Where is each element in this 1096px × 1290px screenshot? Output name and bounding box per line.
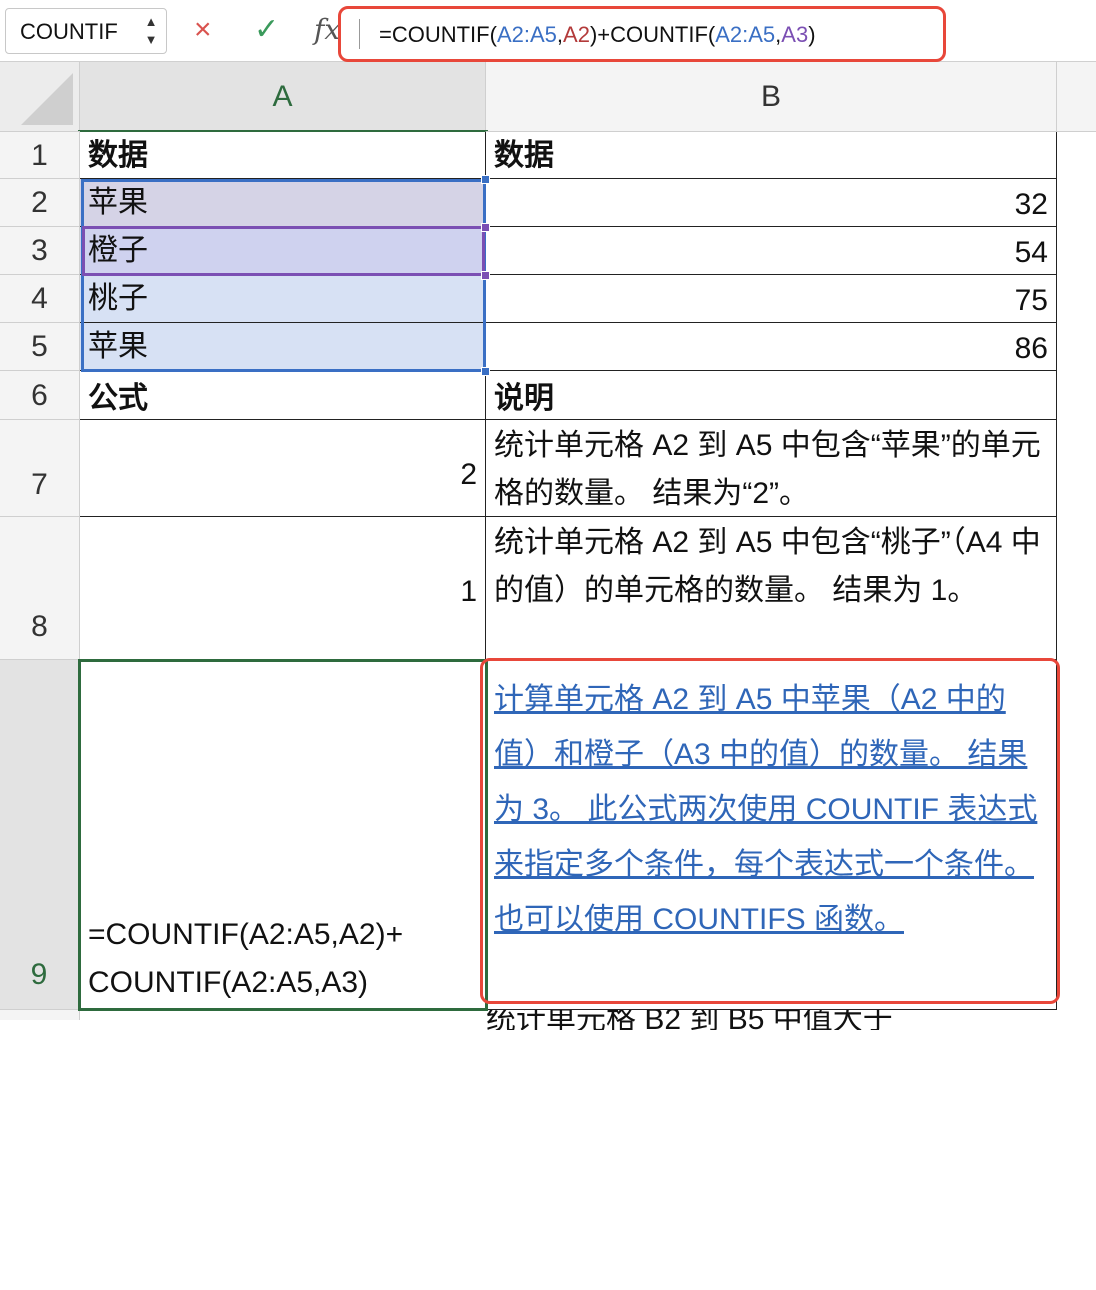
select-all-corner[interactable] xyxy=(0,62,80,132)
row-header-9-label: 9 xyxy=(30,958,48,991)
cell-b8[interactable]: 统计单元格 A2 到 A5 中包含“桃子”（A4 中的值）的单元格的数量。 结果… xyxy=(486,517,1057,660)
cell-a4[interactable]: 桃子 xyxy=(80,275,486,323)
formula-ref-range: A2:A5 xyxy=(496,22,557,47)
row-header-2[interactable]: 2 xyxy=(0,179,80,227)
name-box[interactable]: COUNTIF ▲ ▼ xyxy=(5,8,167,54)
name-box-value: COUNTIF xyxy=(20,19,118,44)
formula-bar: COUNTIF ▲ ▼ × ✓ fx =COUNTIF(A2:A5,A2)+COU… xyxy=(0,0,1096,62)
text-caret xyxy=(359,19,360,49)
row-header-3[interactable]: 3 xyxy=(0,227,80,275)
column-c-area xyxy=(1057,132,1096,1010)
row-header-10[interactable] xyxy=(0,1010,80,1020)
cell-b9[interactable]: 计算单元格 A2 到 A5 中苹果（A2 中的值）和橙子（A3 中的值）的数量。… xyxy=(486,660,1057,1010)
cell-a6[interactable]: 公式 xyxy=(80,371,486,420)
spreadsheet-grid: A B 1 2 3 4 5 6 7 8 9 数据 数据 苹果 32 橙子 54 … xyxy=(0,62,1096,1030)
cell-b10-partial[interactable]: 统计单元格 B2 到 B5 中值大于 xyxy=(486,1010,1056,1030)
formula-part: )+COUNTIF( xyxy=(589,22,716,47)
cell-b5[interactable]: 86 xyxy=(486,323,1057,371)
cell-a2[interactable]: 苹果 xyxy=(80,179,486,227)
cell-b6[interactable]: 说明 xyxy=(486,371,1057,420)
cell-b1[interactable]: 数据 xyxy=(486,132,1057,179)
cell-a1[interactable]: 数据 xyxy=(80,132,486,179)
formula-ref-a2: A2 xyxy=(563,22,590,47)
cell-a7[interactable]: 2 xyxy=(80,420,486,517)
formula-ref-a3: A3 xyxy=(781,22,809,47)
cell-a5[interactable]: 苹果 xyxy=(80,323,486,371)
cell-a8[interactable]: 1 xyxy=(80,517,486,660)
range-handle-icon[interactable] xyxy=(481,175,490,184)
column-header-c[interactable] xyxy=(1057,62,1096,132)
row-header-5[interactable]: 5 xyxy=(0,323,80,371)
range-handle-icon[interactable] xyxy=(481,223,490,232)
cell-a9-text: =COUNTIF(A2:A5,A2)+ COUNTIF(A2:A5,A3) xyxy=(88,918,404,999)
insert-function-icon[interactable]: fx xyxy=(314,12,340,48)
cell-a3[interactable]: 橙子 xyxy=(80,227,486,275)
cell-b2[interactable]: 32 xyxy=(486,179,1057,227)
formula-input[interactable]: =COUNTIF(A2:A5,A2)+COUNTIF(A2:A5,A3) xyxy=(338,6,946,62)
cancel-icon[interactable]: × xyxy=(194,12,212,48)
formula-ref-range: A2:A5 xyxy=(715,22,776,47)
cell-b4[interactable]: 75 xyxy=(486,275,1057,323)
cell-b7[interactable]: 统计单元格 A2 到 A5 中包含“苹果”的单元格的数量。 结果为“2”。 xyxy=(486,420,1057,517)
formula-part: =COUNTIF( xyxy=(379,22,497,47)
column-header-a[interactable]: A xyxy=(80,62,486,132)
row-header-6[interactable]: 6 xyxy=(0,371,80,420)
cell-b3[interactable]: 54 xyxy=(486,227,1057,275)
row-header-7[interactable]: 7 xyxy=(0,420,80,517)
confirm-icon[interactable]: ✓ xyxy=(254,12,279,48)
name-box-stepper-icon[interactable]: ▲ ▼ xyxy=(144,13,158,49)
row-header-4[interactable]: 4 xyxy=(0,275,80,323)
formula-text: =COUNTIF(A2:A5,A2)+COUNTIF(A2:A5,A3) xyxy=(379,22,816,48)
row-header-8[interactable]: 8 xyxy=(0,517,80,660)
row-header-1[interactable]: 1 xyxy=(0,132,80,179)
column-header-b[interactable]: B xyxy=(486,62,1057,132)
row-header-9[interactable]: 9 xyxy=(0,660,80,1010)
cell-a9[interactable]: =COUNTIF(A2:A5,A2)+ COUNTIF(A2:A5,A3) xyxy=(80,660,486,1010)
range-handle-icon[interactable] xyxy=(481,367,490,376)
range-handle-icon[interactable] xyxy=(481,271,490,280)
formula-part: ) xyxy=(808,22,816,47)
